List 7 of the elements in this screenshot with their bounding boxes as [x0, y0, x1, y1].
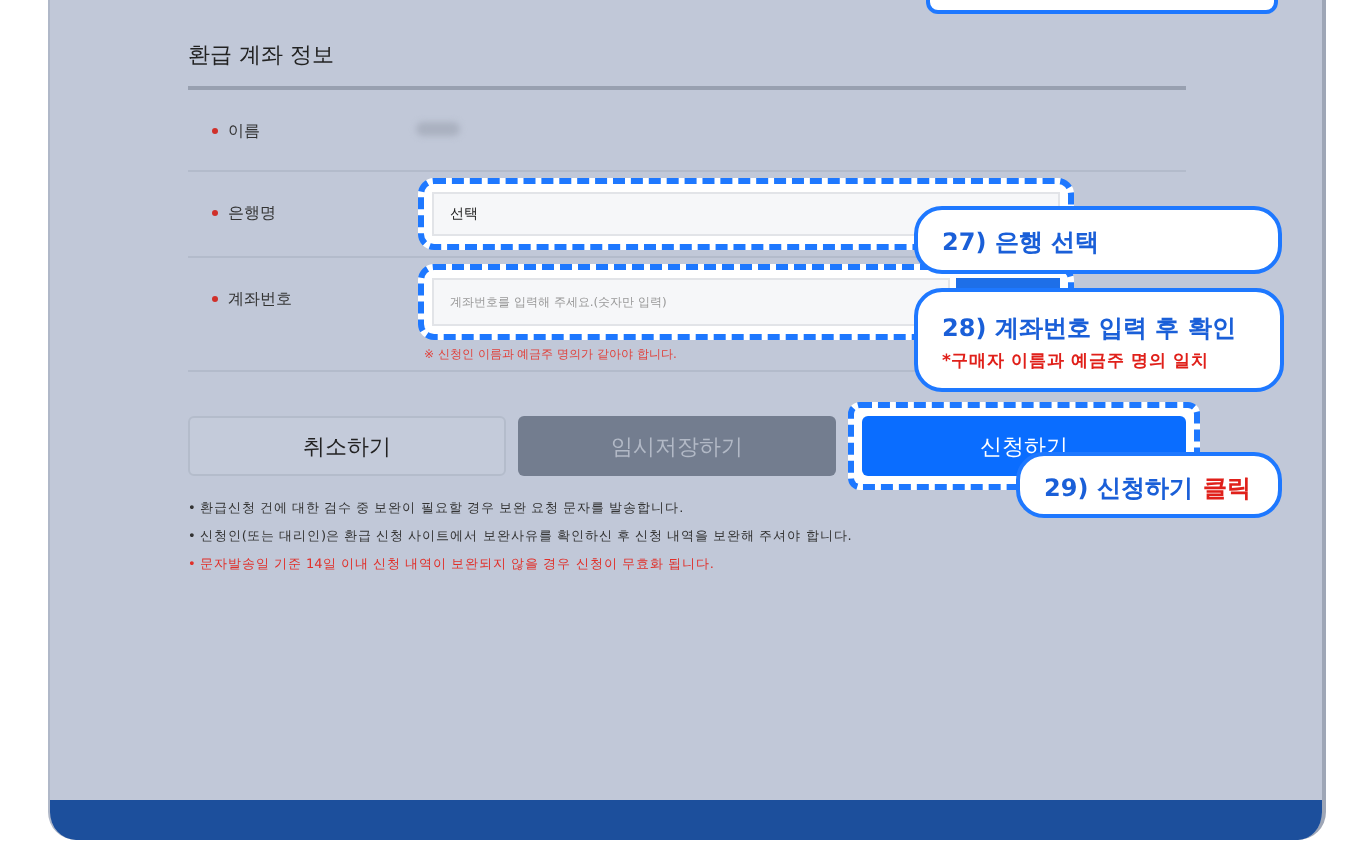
callout-emphasis: 클릭 — [1202, 473, 1251, 501]
field-label: 은행명 — [188, 178, 424, 246]
field-label: 이름 — [188, 96, 424, 164]
section-title: 환급 계좌 정보 — [188, 40, 1186, 90]
callout-title: 29) 신청하기 — [1044, 473, 1193, 501]
field-label: 계좌번호 — [188, 264, 424, 332]
callout-note: *구매자 이름과 예금주 명의 일치 — [942, 350, 1211, 374]
